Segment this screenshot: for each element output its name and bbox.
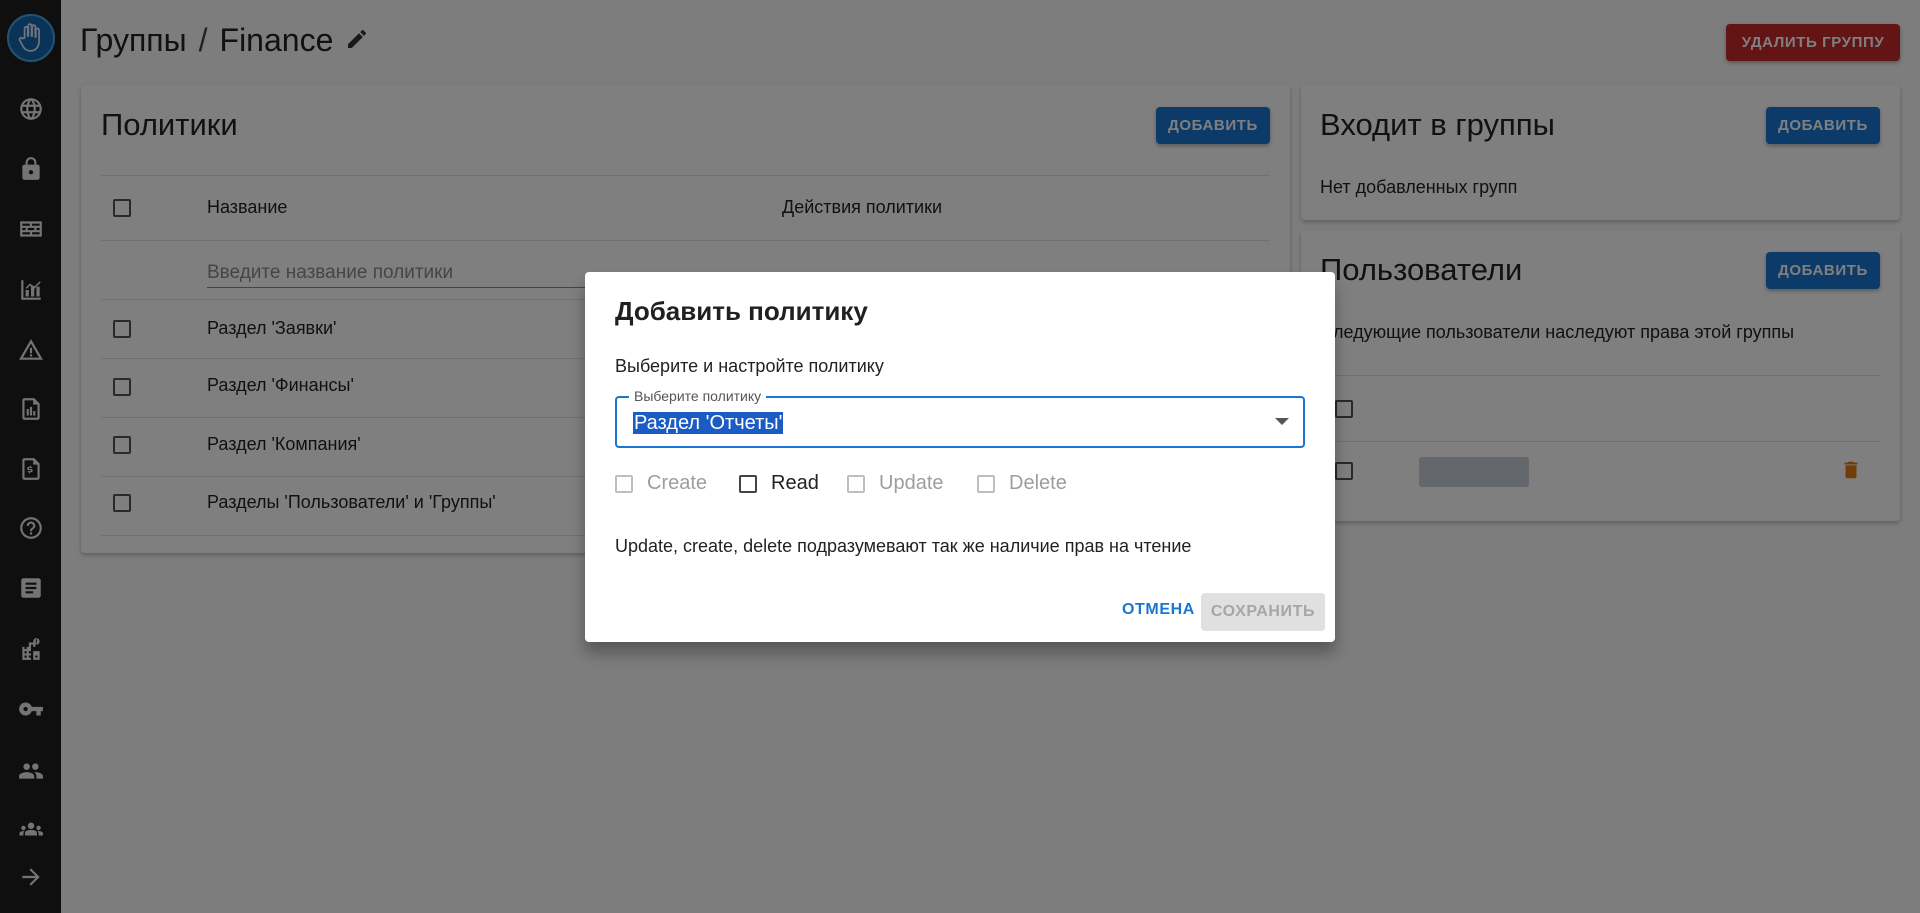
- create-checkbox[interactable]: [615, 474, 633, 493]
- policy-select-label: Выберите политику: [629, 388, 767, 404]
- cancel-button[interactable]: Отмена: [1112, 593, 1205, 627]
- add-policy-dialog: Добавить политику Выберите и настройте п…: [585, 272, 1335, 642]
- delete-label: Delete: [1009, 472, 1067, 494]
- policy-select[interactable]: Выберите политику Раздел 'Отчеты': [615, 388, 1305, 448]
- read-label: Read: [771, 472, 819, 494]
- permission-update[interactable]: Update: [847, 472, 944, 495]
- policy-select-value: Раздел 'Отчеты': [633, 412, 784, 434]
- permission-delete[interactable]: Delete: [977, 472, 1067, 495]
- update-checkbox[interactable]: [847, 474, 865, 493]
- dialog-subtitle: Выберите и настройте политику: [615, 356, 884, 376]
- permission-read[interactable]: Read: [739, 472, 819, 495]
- save-button[interactable]: Сохранить: [1201, 593, 1325, 631]
- dialog-title: Добавить политику: [615, 296, 868, 326]
- permission-create[interactable]: Create: [615, 472, 707, 495]
- permissions-note: Update, create, delete подразумевают так…: [615, 536, 1192, 556]
- dropdown-arrow-icon[interactable]: [1275, 418, 1289, 425]
- create-label: Create: [647, 472, 708, 494]
- read-checkbox[interactable]: [739, 474, 757, 493]
- delete-checkbox[interactable]: [977, 474, 995, 493]
- update-label: Update: [879, 472, 944, 494]
